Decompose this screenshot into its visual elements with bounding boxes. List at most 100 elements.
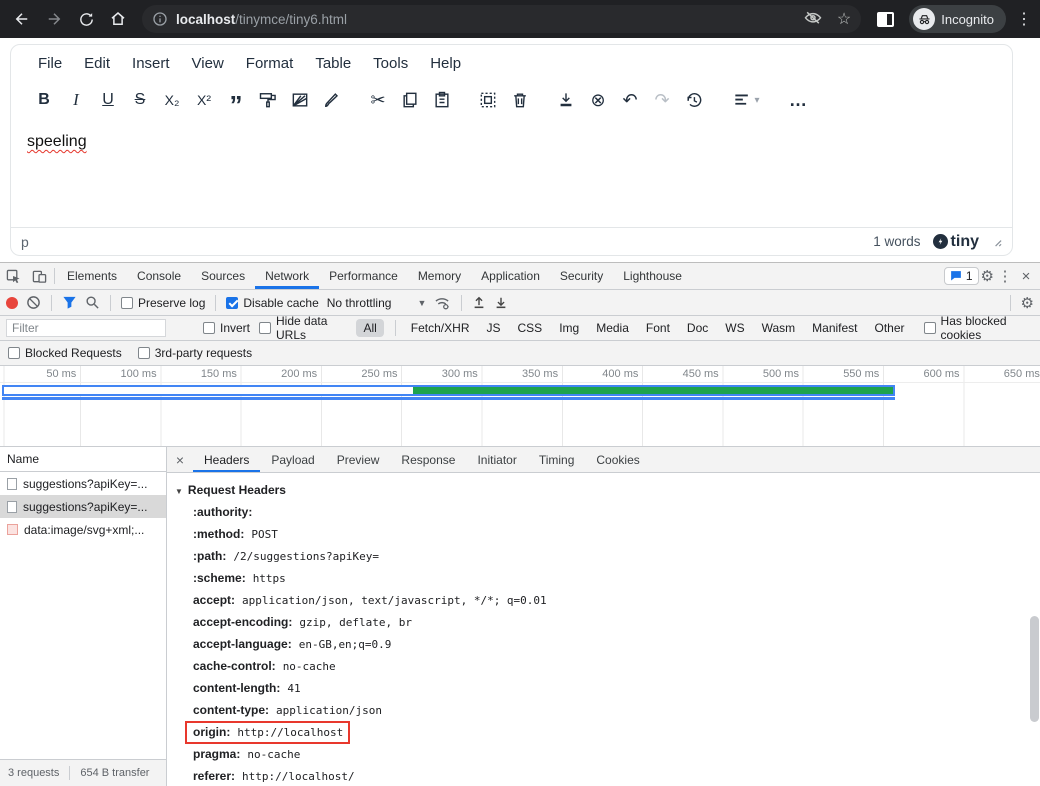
more-button[interactable]: … xyxy=(783,85,813,115)
detail-tab-timing[interactable]: Timing xyxy=(528,447,586,472)
back-button[interactable] xyxy=(8,5,36,33)
close-detail-button[interactable]: × xyxy=(167,452,193,468)
filter-type-media[interactable]: Media xyxy=(592,319,633,337)
tab-memory[interactable]: Memory xyxy=(408,263,471,289)
throttling-select[interactable]: No throttling ▼ xyxy=(327,296,427,310)
cut-button[interactable]: ✂ xyxy=(363,85,393,115)
request-row-selected[interactable]: suggestions?apiKey=... xyxy=(0,495,166,518)
network-conditions-icon[interactable] xyxy=(434,295,451,310)
tab-sources[interactable]: Sources xyxy=(191,263,255,289)
inspect-element-button[interactable] xyxy=(0,263,26,289)
subscript-button[interactable]: X₂ xyxy=(157,85,187,115)
detail-tab-initiator[interactable]: Initiator xyxy=(466,447,527,472)
bold-button[interactable]: B xyxy=(29,85,59,115)
align-button[interactable]: ▾ xyxy=(725,85,767,115)
menu-view[interactable]: View xyxy=(183,51,233,76)
filter-type-manifest[interactable]: Manifest xyxy=(808,319,861,337)
editor-content[interactable]: speeling xyxy=(11,121,1012,227)
third-party-requests-checkbox[interactable]: 3rd-party requests xyxy=(138,346,252,360)
download-button[interactable] xyxy=(551,85,581,115)
superscript-button[interactable]: X² xyxy=(189,85,219,115)
select-all-button[interactable] xyxy=(473,85,503,115)
menu-insert[interactable]: Insert xyxy=(123,51,179,76)
permanent-pen-button[interactable] xyxy=(317,85,347,115)
devtools-menu-button[interactable]: ⋮ xyxy=(996,267,1014,285)
network-overview-timeline[interactable]: 50 ms 100 ms 150 ms 200 ms 250 ms 300 ms… xyxy=(0,366,1040,447)
filter-type-wasm[interactable]: Wasm xyxy=(758,319,800,337)
home-button[interactable] xyxy=(104,5,132,33)
filter-funnel-icon[interactable] xyxy=(62,295,77,310)
tab-performance[interactable]: Performance xyxy=(319,263,408,289)
address-bar[interactable]: localhost/tinymce/tiny6.html ☆ xyxy=(142,5,861,33)
devtools-close-button[interactable]: × xyxy=(1016,268,1036,285)
copy-button[interactable] xyxy=(395,85,425,115)
password-eye-off-icon[interactable] xyxy=(803,9,823,29)
filter-type-fetch-xhr[interactable]: Fetch/XHR xyxy=(407,319,474,337)
menu-help[interactable]: Help xyxy=(421,51,470,76)
reload-button[interactable] xyxy=(72,5,100,33)
underline-button[interactable]: U xyxy=(93,85,123,115)
italic-button[interactable]: I xyxy=(61,85,91,115)
filter-type-ws[interactable]: WS xyxy=(721,319,748,337)
search-icon[interactable] xyxy=(85,295,100,310)
paste-button[interactable] xyxy=(427,85,457,115)
menu-file[interactable]: File xyxy=(29,51,71,76)
request-row[interactable]: suggestions?apiKey=... xyxy=(0,472,166,495)
network-settings-button[interactable]: ⚙ xyxy=(1021,294,1034,312)
clear-network-log-button[interactable] xyxy=(26,295,41,310)
bookmark-star-icon[interactable]: ☆ xyxy=(837,9,851,29)
delete-button[interactable] xyxy=(505,85,535,115)
preserve-log-checkbox[interactable]: Preserve log xyxy=(121,296,205,310)
redo-button[interactable]: ↷ xyxy=(647,85,677,115)
tab-lighthouse[interactable]: Lighthouse xyxy=(613,263,692,289)
element-path[interactable]: p xyxy=(21,234,29,250)
tab-application[interactable]: Application xyxy=(471,263,550,289)
disable-cache-checkbox[interactable]: Disable cache xyxy=(226,296,318,310)
side-panel-button[interactable] xyxy=(871,5,899,33)
image-button[interactable] xyxy=(285,85,315,115)
has-blocked-cookies-checkbox[interactable]: Has blocked cookies xyxy=(924,314,1034,342)
strikethrough-button[interactable]: S xyxy=(125,85,155,115)
hide-data-urls-checkbox[interactable]: Hide data URLs xyxy=(259,314,347,342)
request-list-header[interactable]: Name xyxy=(0,447,166,472)
import-har-icon[interactable] xyxy=(472,295,486,310)
export-har-icon[interactable] xyxy=(494,295,508,310)
format-painter-button[interactable] xyxy=(253,85,283,115)
tab-security[interactable]: Security xyxy=(550,263,613,289)
menu-table[interactable]: Table xyxy=(306,51,360,76)
detail-tab-preview[interactable]: Preview xyxy=(326,447,391,472)
invert-checkbox[interactable]: Invert xyxy=(203,321,250,335)
tab-elements[interactable]: Elements xyxy=(57,263,127,289)
blocked-requests-checkbox[interactable]: Blocked Requests xyxy=(8,346,122,360)
detail-tab-response[interactable]: Response xyxy=(390,447,466,472)
request-headers-title[interactable]: ▼Request Headers xyxy=(167,479,1040,501)
devtools-settings-button[interactable]: ⚙ xyxy=(981,267,994,285)
blockquote-button[interactable]: ” xyxy=(221,85,251,115)
request-row[interactable]: data:image/svg+xml;... xyxy=(0,518,166,541)
record-network-log-button[interactable] xyxy=(6,297,18,309)
site-info-icon[interactable] xyxy=(152,11,168,27)
filter-type-js[interactable]: JS xyxy=(482,319,504,337)
filter-type-css[interactable]: CSS xyxy=(514,319,547,337)
detail-tab-headers[interactable]: Headers xyxy=(193,447,260,472)
tiny-logo[interactable]: tiny xyxy=(933,233,979,251)
tab-console[interactable]: Console xyxy=(127,263,191,289)
restore-draft-button[interactable] xyxy=(679,85,709,115)
filter-type-font[interactable]: Font xyxy=(642,319,674,337)
undo-button[interactable]: ↶ xyxy=(615,85,645,115)
device-toolbar-button[interactable] xyxy=(26,263,52,289)
filter-type-img[interactable]: Img xyxy=(555,319,583,337)
filter-type-doc[interactable]: Doc xyxy=(683,319,712,337)
word-count[interactable]: 1 words xyxy=(873,234,920,249)
browser-menu-button[interactable]: ⋮ xyxy=(1016,9,1032,29)
forward-button[interactable] xyxy=(40,5,68,33)
menu-edit[interactable]: Edit xyxy=(75,51,119,76)
issues-counter[interactable]: 1 xyxy=(944,267,979,285)
resize-handle-icon[interactable] xyxy=(991,236,1002,247)
misspelled-word[interactable]: speeling xyxy=(27,133,87,150)
menu-tools[interactable]: Tools xyxy=(364,51,417,76)
filter-type-all[interactable]: All xyxy=(356,319,383,337)
filter-type-other[interactable]: Other xyxy=(871,319,909,337)
scrollbar-thumb[interactable] xyxy=(1030,616,1039,722)
filter-input[interactable] xyxy=(6,319,166,337)
